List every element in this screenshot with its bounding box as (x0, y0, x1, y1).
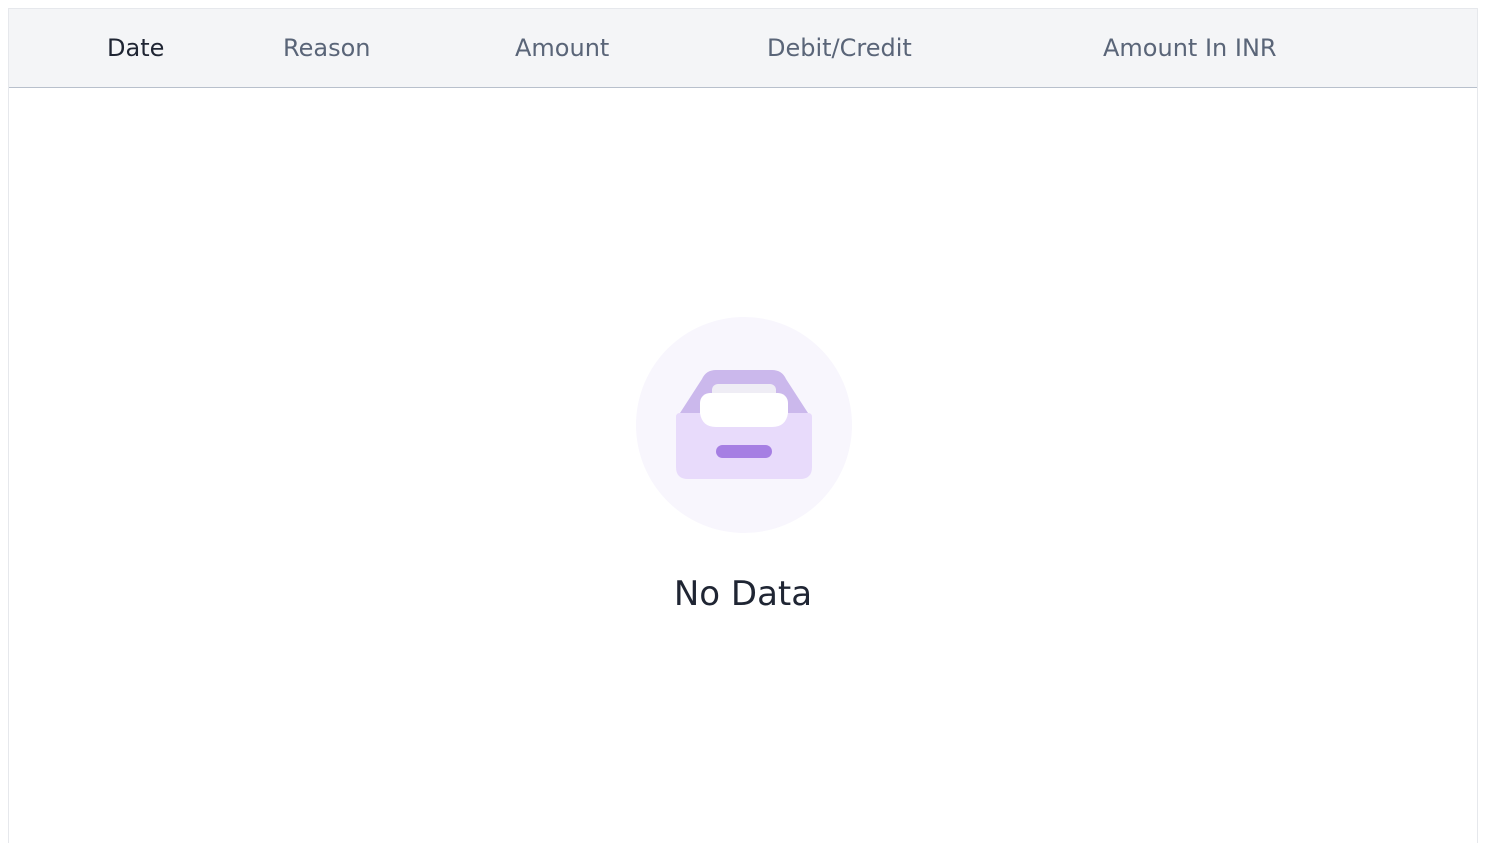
column-header-amount[interactable]: Amount (515, 9, 609, 87)
empty-state: No Data (9, 88, 1477, 844)
empty-state-message: No Data (673, 574, 813, 614)
column-header-debit-credit[interactable]: Debit/Credit (767, 9, 912, 87)
empty-inbox-icon (636, 317, 852, 533)
column-header-amount-in-inr[interactable]: Amount In INR (1103, 9, 1277, 87)
transactions-table: Date Reason Amount Debit/Credit Amount I… (8, 8, 1478, 843)
column-header-reason[interactable]: Reason (283, 9, 370, 87)
column-header-date[interactable]: Date (107, 9, 164, 87)
table-header: Date Reason Amount Debit/Credit Amount I… (9, 9, 1477, 88)
